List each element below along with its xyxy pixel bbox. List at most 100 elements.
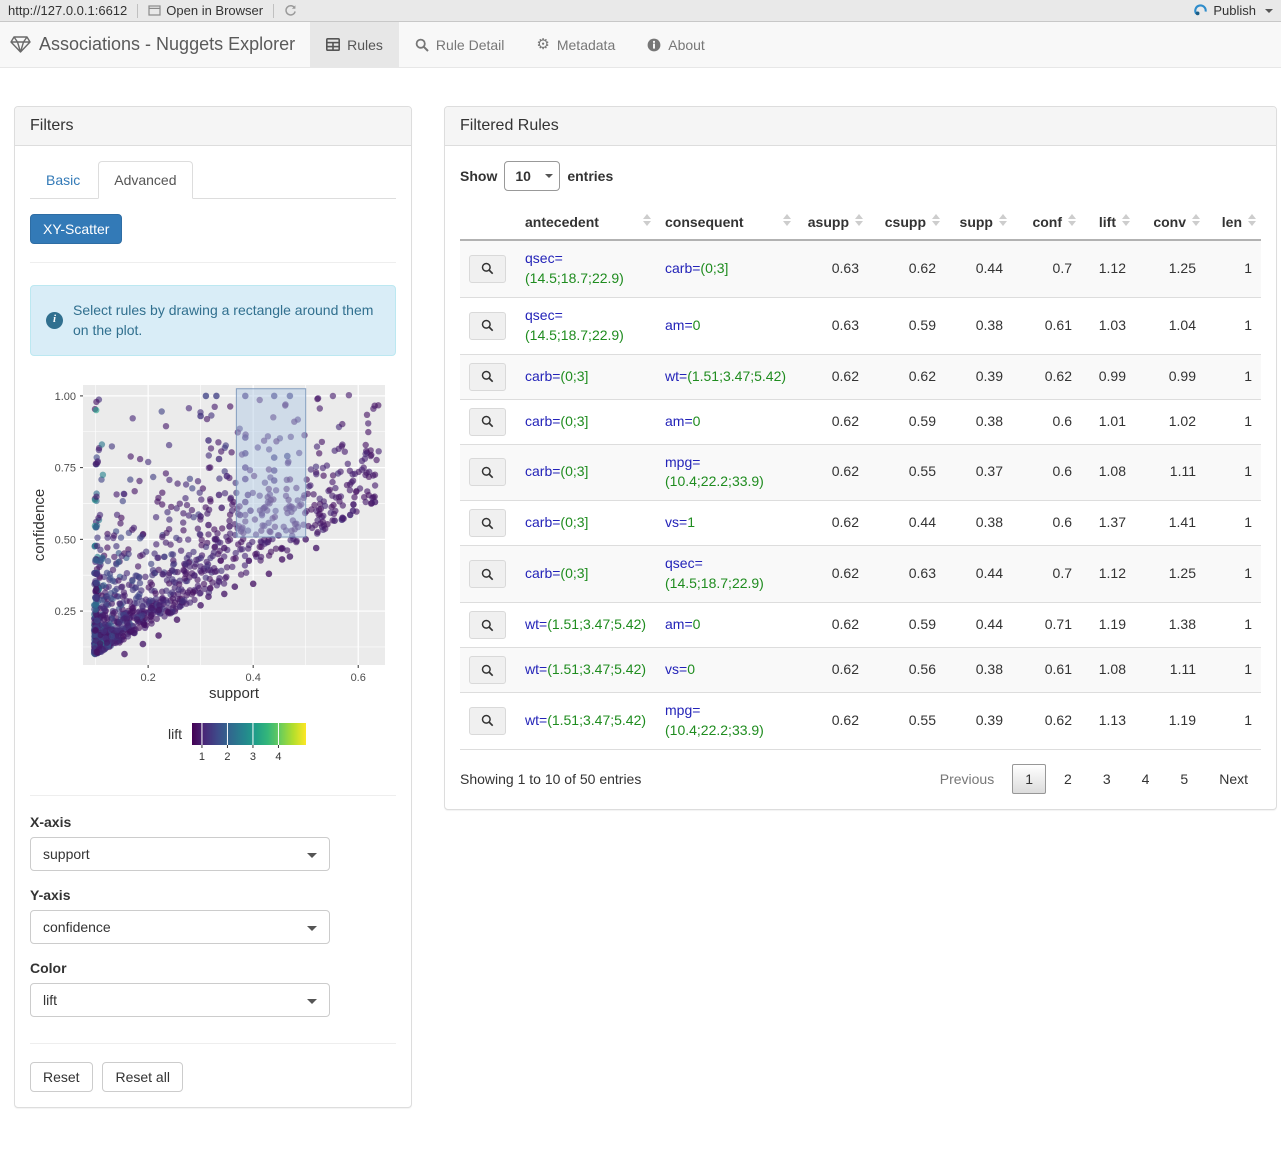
- column-label: csupp: [884, 214, 926, 230]
- column-header-csupp[interactable]: csupp: [868, 205, 945, 241]
- x-axis-select[interactable]: support: [30, 836, 330, 871]
- supp-cell: 0.44: [945, 239, 1012, 298]
- page-length-select[interactable]: 10: [504, 161, 561, 191]
- len-cell: 1: [1205, 647, 1261, 693]
- table-row[interactable]: wt=(1.51;3.47;5.42) mpg= (10.4;22.2;33.9) 0…: [460, 692, 1261, 750]
- table-row[interactable]: qsec=(14.5;18.7;22.9) carb=(0;3] 0.63 0.62 0…: [460, 239, 1261, 298]
- asupp-cell: 0.62: [796, 692, 868, 750]
- conf-cell: 0.6: [1012, 398, 1081, 444]
- publish-button[interactable]: Publish: [1193, 3, 1273, 18]
- attribute-value: (0;3]: [560, 514, 589, 531]
- sort-icon[interactable]: [855, 214, 863, 226]
- pagination-page-4[interactable]: 4: [1129, 764, 1163, 794]
- inspect-rule-button[interactable]: [469, 560, 506, 589]
- table-row[interactable]: wt=(1.51;3.47;5.42) am=0 0.62 0.59 0.44 0.71 1…: [460, 602, 1261, 648]
- inspect-rule-button[interactable]: [469, 254, 506, 283]
- column-header-antecedent[interactable]: antecedent: [516, 205, 656, 241]
- len-cell: 1: [1205, 296, 1261, 354]
- xy-scatter-button[interactable]: XY-Scatter: [30, 214, 123, 244]
- inspect-rule-button[interactable]: [469, 311, 506, 340]
- pagination-page-2[interactable]: 2: [1051, 764, 1085, 794]
- tab-rule-detail[interactable]: Rule Detail: [399, 22, 520, 67]
- search-icon: [481, 466, 494, 479]
- table-length-control: Show 10 entries: [460, 161, 1261, 191]
- reset-button[interactable]: Reset: [30, 1061, 93, 1092]
- table-row[interactable]: carb=(0;3] mpg=(10.4;22.2;33.9) 0.62 0.55 0.…: [460, 443, 1261, 501]
- asupp-cell: 0.62: [796, 443, 868, 501]
- sort-icon[interactable]: [932, 214, 940, 226]
- pagination-previous[interactable]: Previous: [927, 764, 1007, 794]
- tab-metadata[interactable]: ⚙ Metadata: [520, 22, 631, 67]
- table-row[interactable]: wt=(1.51;3.47;5.42) vs=0 0.62 0.56 0.38 0.61 1…: [460, 647, 1261, 693]
- attribute-value: (10.4;22.2;33.9): [665, 721, 764, 738]
- csupp-cell: 0.62: [868, 353, 945, 399]
- column-header-conf[interactable]: conf: [1012, 205, 1081, 241]
- sort-icon[interactable]: [1248, 214, 1256, 226]
- len-cell: 1: [1205, 443, 1261, 501]
- inspect-rule-button[interactable]: [469, 656, 506, 684]
- table-row[interactable]: carb=(0;3] vs=1 0.62 0.44 0.38 0.6 1.37 1.41 1: [460, 500, 1261, 546]
- supp-cell: 0.44: [945, 545, 1012, 603]
- inspect-rule-button[interactable]: [469, 458, 506, 487]
- viewer-chrome-bar: http://127.0.0.1:6612 Open in Browser Pu…: [0, 0, 1281, 22]
- search-icon: [481, 263, 494, 275]
- pagination: Previous 1 2 3 4 5 Next: [927, 763, 1261, 794]
- open-in-browser-button[interactable]: Open in Browser: [148, 3, 263, 18]
- y-axis-select[interactable]: confidence: [30, 909, 330, 944]
- plot-selection-rect[interactable]: [235, 387, 307, 538]
- conf-cell: 0.61: [1012, 647, 1081, 693]
- scatter-plot[interactable]: 0.2 0.4 0.6 0.25 0.50 0.75 1.00 support confiden…: [30, 382, 390, 774]
- scatter-plot-wrap: 0.2 0.4 0.6 0.25 0.50 0.75 1.00 support confiden…: [30, 382, 396, 777]
- table-row[interactable]: carb=(0;3] qsec=(14.5;18.7;22.9) 0.62 0.63 0…: [460, 545, 1261, 603]
- refresh-button[interactable]: [284, 4, 297, 17]
- inspect-rule-button[interactable]: [469, 706, 506, 735]
- tab-basic[interactable]: Basic: [30, 161, 96, 199]
- column-header-asupp[interactable]: asupp: [796, 205, 868, 241]
- tab-advanced[interactable]: Advanced: [98, 161, 193, 199]
- conv-cell: 1.19: [1135, 692, 1205, 750]
- conv-cell: 1.41: [1135, 500, 1205, 546]
- sort-icon[interactable]: [1192, 214, 1200, 226]
- consequent-cell: am=0: [656, 398, 796, 444]
- csupp-cell: 0.55: [868, 692, 945, 750]
- gear-icon: ⚙: [536, 36, 550, 53]
- attribute-name: carb=: [525, 514, 561, 531]
- table-row[interactable]: carb=(0;3] wt=(1.51;3.47;5.42) 0.62 0.62 0.3…: [460, 353, 1261, 399]
- sort-icon[interactable]: [783, 214, 791, 226]
- tab-about[interactable]: About: [631, 22, 721, 67]
- inspect-rule-button[interactable]: [469, 611, 506, 639]
- sort-icon[interactable]: [643, 214, 651, 226]
- column-header-lift[interactable]: lift: [1081, 205, 1135, 241]
- color-select[interactable]: lift: [30, 982, 330, 1017]
- inspect-rule-button[interactable]: [469, 362, 506, 391]
- chevron-down-icon[interactable]: [1265, 8, 1273, 13]
- inspect-rule-button[interactable]: [469, 407, 506, 436]
- pagination-next[interactable]: Next: [1206, 764, 1261, 794]
- antecedent-cell: wt=(1.51;3.47;5.42): [516, 647, 656, 693]
- column-header-supp[interactable]: supp: [945, 205, 1012, 241]
- conv-cell: 1.38: [1135, 602, 1205, 648]
- pagination-page-1[interactable]: 1: [1012, 763, 1047, 794]
- tab-rules[interactable]: Rules: [310, 22, 399, 67]
- table-row[interactable]: carb=(0;3] am=0 0.62 0.59 0.38 0.6 1.01 1.02 1: [460, 398, 1261, 444]
- search-icon: [481, 568, 494, 580]
- len-cell: 1: [1205, 545, 1261, 603]
- pagination-page-3[interactable]: 3: [1090, 764, 1124, 794]
- table-row[interactable]: qsec=(14.5;18.7;22.9) am=0 0.63 0.59 0.38 0.6…: [460, 296, 1261, 354]
- column-header-conv[interactable]: conv: [1135, 205, 1205, 241]
- column-header-len[interactable]: len: [1205, 205, 1261, 241]
- len-cell: 1: [1205, 602, 1261, 648]
- column-header-consequent[interactable]: consequent: [656, 205, 796, 241]
- supp-cell: 0.44: [945, 602, 1012, 648]
- sort-icon[interactable]: [1068, 214, 1076, 226]
- divider: [30, 1042, 396, 1044]
- sort-icon[interactable]: [1122, 214, 1130, 226]
- pagination-page-5[interactable]: 5: [1167, 764, 1201, 794]
- column-label: conv: [1153, 214, 1186, 230]
- sort-icon[interactable]: [999, 214, 1007, 226]
- column-label: len: [1221, 214, 1242, 230]
- inspect-rule-button[interactable]: [469, 509, 506, 538]
- reset-all-button[interactable]: Reset all: [102, 1061, 183, 1092]
- attribute-name: carb=: [525, 463, 561, 480]
- len-cell: 1: [1205, 239, 1261, 298]
